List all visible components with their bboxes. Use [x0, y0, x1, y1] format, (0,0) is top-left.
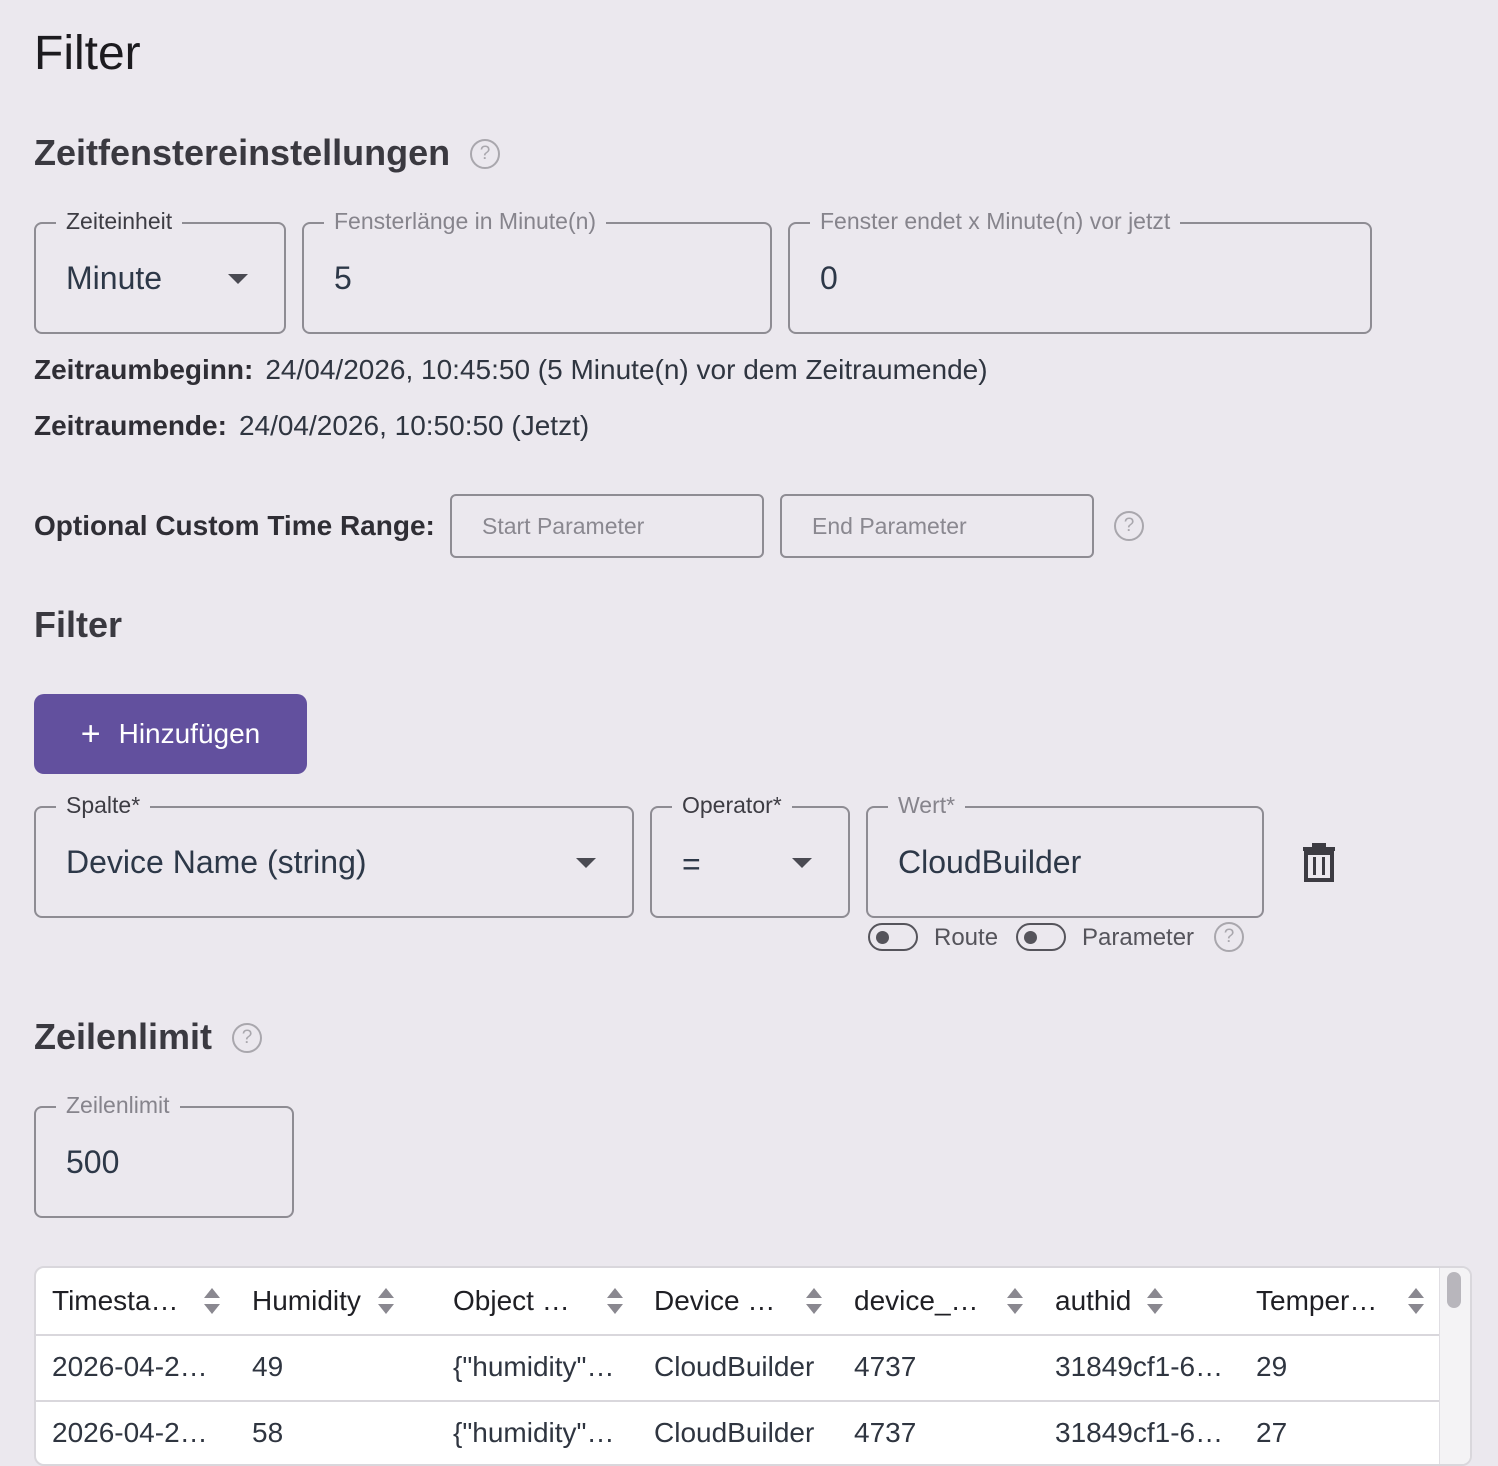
- column-header-timestamp[interactable]: Timesta…: [52, 1268, 192, 1334]
- toggle-knob: [1024, 931, 1037, 944]
- table-cell: 27: [1256, 1417, 1288, 1448]
- parameter-toggle[interactable]: [1016, 923, 1066, 951]
- table-cell: {"humidity"…: [453, 1351, 615, 1382]
- window-offset-field[interactable]: Fenster endet x Minute(n) vor jetzt 0: [788, 208, 1372, 334]
- parameter-toggle-label: Parameter: [1082, 924, 1195, 951]
- scrollbar-thumb[interactable]: [1447, 1272, 1461, 1308]
- chevron-down-icon: [576, 858, 596, 868]
- plus-icon: +: [80, 715, 101, 753]
- filter-operator-value: =: [682, 846, 701, 882]
- row-limit-field[interactable]: Zeilenlimit 500: [34, 1092, 294, 1218]
- page-title: Filter: [34, 27, 141, 80]
- filter-column-value: Device Name (string): [66, 844, 367, 880]
- sort-icon[interactable]: [1147, 1288, 1163, 1314]
- data-table: Timesta… Humidity Object … Device … devi…: [34, 1266, 1472, 1466]
- add-filter-label: Hinzufügen: [118, 718, 261, 749]
- parameter-help-icon[interactable]: ?: [1214, 922, 1244, 952]
- column-header-humidity[interactable]: Humidity: [252, 1268, 372, 1334]
- chevron-down-icon: [792, 858, 812, 868]
- range-start-value: 24/04/2026, 10:45:50 (5 Minute(n) vor de…: [265, 354, 988, 385]
- table-row[interactable]: 2026-04-2… 49 {"humidity"… CloudBuilder …: [36, 1334, 1442, 1402]
- table-cell: {"humidity"…: [453, 1417, 615, 1448]
- sort-icon[interactable]: [1408, 1288, 1424, 1314]
- window-offset-label: Fenster endet x Minute(n) vor jetzt: [810, 208, 1181, 235]
- range-end-value: 24/04/2026, 10:50:50 (Jetzt): [238, 410, 590, 441]
- time-unit-select[interactable]: Zeiteinheit Minute: [34, 208, 286, 334]
- toggle-knob: [876, 931, 889, 944]
- table-scrollbar[interactable]: [1439, 1268, 1470, 1464]
- sort-icon[interactable]: [378, 1288, 394, 1314]
- table-cell: 31849cf1-6…: [1055, 1417, 1224, 1448]
- table-header-row: Timesta… Humidity Object … Device … devi…: [36, 1268, 1442, 1336]
- window-offset-value: 0: [820, 260, 838, 296]
- time-window-heading: Zeitfenstereinstellungen: [34, 132, 451, 173]
- table-cell: 31849cf1-6…: [1055, 1351, 1224, 1382]
- column-header-device-id[interactable]: device_…: [854, 1268, 994, 1334]
- start-parameter-input[interactable]: Start Parameter: [450, 494, 764, 558]
- filter-column-select[interactable]: Spalte* Device Name (string): [34, 792, 634, 918]
- table-cell: 58: [252, 1417, 284, 1448]
- filter-heading: Filter: [34, 604, 123, 645]
- column-header-object[interactable]: Object …: [453, 1268, 593, 1334]
- filter-operator-label: Operator*: [672, 792, 792, 819]
- custom-range-label: Optional Custom Time Range:: [34, 510, 435, 541]
- route-toggle-label: Route: [934, 924, 999, 951]
- table-cell: 2026-04-2…: [52, 1417, 208, 1448]
- filter-value-label: Wert*: [888, 792, 966, 819]
- route-toggle[interactable]: [868, 923, 918, 951]
- filter-operator-select[interactable]: Operator* =: [650, 792, 850, 918]
- table-cell: 4737: [854, 1351, 917, 1382]
- filter-value-field[interactable]: Wert* CloudBuilder: [866, 792, 1264, 918]
- time-unit-value: Minute: [66, 260, 163, 296]
- end-parameter-input[interactable]: End Parameter: [780, 494, 1094, 558]
- range-end-line: Zeitraumende: 24/04/2026, 10:50:50 (Jetzt…: [34, 410, 589, 442]
- window-length-field[interactable]: Fensterlänge in Minute(n) 5: [302, 208, 772, 334]
- custom-range-help-icon[interactable]: ?: [1114, 511, 1144, 541]
- range-end-label: Zeitraumende:: [34, 410, 227, 441]
- column-header-temperature[interactable]: Temper…: [1256, 1268, 1396, 1334]
- window-length-label: Fensterlänge in Minute(n): [324, 208, 607, 235]
- row-limit-help-icon[interactable]: ?: [232, 1023, 262, 1053]
- table-cell: CloudBuilder: [654, 1351, 815, 1382]
- table-row[interactable]: 2026-04-2… 58 {"humidity"… CloudBuilder …: [36, 1400, 1442, 1464]
- sort-icon[interactable]: [204, 1288, 220, 1314]
- row-limit-label: Zeilenlimit: [56, 1092, 180, 1119]
- row-limit-value: 500: [66, 1144, 120, 1180]
- row-limit-heading: Zeilenlimit: [34, 1016, 213, 1057]
- sort-icon[interactable]: [1007, 1288, 1023, 1314]
- sort-icon[interactable]: [607, 1288, 623, 1314]
- filter-column-label: Spalte*: [56, 792, 151, 819]
- time-unit-label: Zeiteinheit: [56, 208, 183, 235]
- table-cell: 2026-04-2…: [52, 1351, 208, 1382]
- add-filter-button[interactable]: + Hinzufügen: [34, 694, 307, 774]
- column-header-authid[interactable]: authid: [1055, 1268, 1155, 1334]
- filter-value-value: CloudBuilder: [898, 844, 1082, 880]
- table-cell: 4737: [854, 1417, 917, 1448]
- table-cell: 29: [1256, 1351, 1288, 1382]
- column-header-device-name[interactable]: Device …: [654, 1268, 794, 1334]
- range-start-line: Zeitraumbeginn: 24/04/2026, 10:45:50 (5 M…: [34, 354, 988, 386]
- range-start-label: Zeitraumbeginn:: [34, 354, 254, 385]
- table-cell: CloudBuilder: [654, 1417, 815, 1448]
- window-length-value: 5: [334, 260, 352, 296]
- sort-icon[interactable]: [806, 1288, 822, 1314]
- chevron-down-icon: [228, 274, 248, 284]
- time-window-help-icon[interactable]: ?: [470, 139, 500, 169]
- table-cell: 49: [252, 1351, 284, 1382]
- trash-icon[interactable]: [1302, 842, 1336, 882]
